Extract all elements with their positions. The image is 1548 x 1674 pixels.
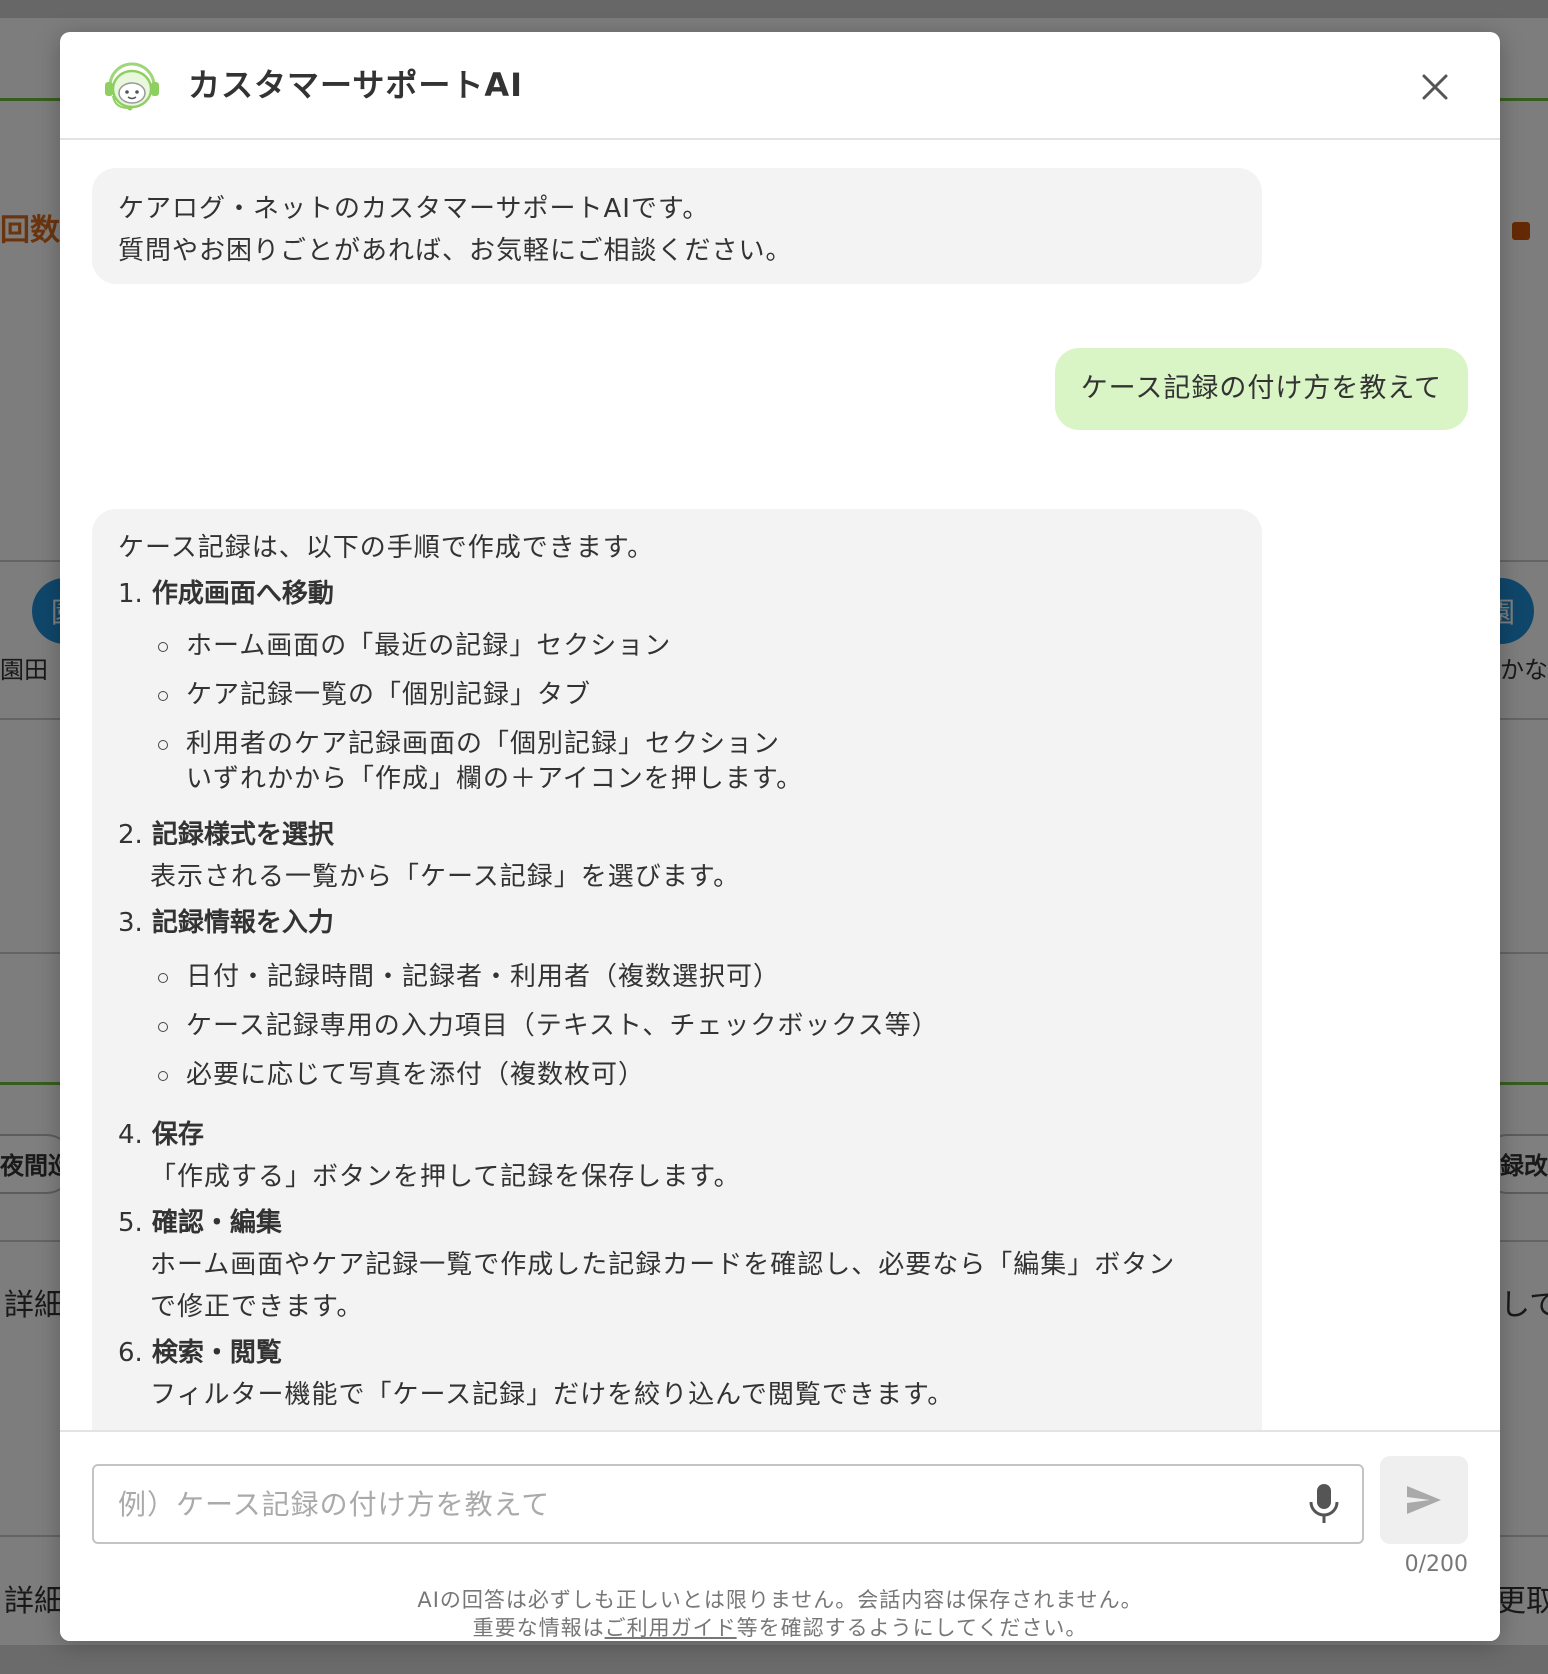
step-title: 5. 確認・編集 bbox=[118, 1208, 282, 1238]
ai-message-answer: ケース記録は、以下の手順で作成できます。 1. 作成画面へ移動 ホーム画面の「最… bbox=[92, 509, 1262, 1430]
chat-input-area: 0/200 AIの回答は必ずしも正しいとは限りません。会話内容は保存されません。… bbox=[60, 1430, 1500, 1641]
greeting-line: 質問やお困りごとがあれば、お気軽にご相談ください。 bbox=[118, 236, 793, 266]
chat-input[interactable] bbox=[92, 1464, 1364, 1544]
user-guide-link[interactable]: ご利用ガイド bbox=[605, 1616, 737, 1640]
close-icon[interactable] bbox=[1421, 73, 1449, 101]
step-bullet-list: ホーム画面の「最近の記録」セクション ケア記録一覧の「個別記録」タブ 利用者のケ… bbox=[118, 625, 1236, 765]
answer-step: 1. 作成画面へ移動 ホーム画面の「最近の記録」セクション ケア記録一覧の「個別… bbox=[118, 573, 1236, 800]
answer-step: 2. 記録様式を選択 表示される一覧から「ケース記録」を選びます。 bbox=[118, 814, 1236, 898]
list-item: ホーム画面の「最近の記録」セクション bbox=[158, 625, 1236, 667]
list-item: ケース記録専用の入力項目（テキスト、チェックボックス等） bbox=[158, 1005, 1236, 1047]
microphone-icon[interactable] bbox=[1304, 1482, 1344, 1526]
step-description: ホーム画面やケア記録一覧で作成した記録カードを確認し、必要なら「編集」ボタン bbox=[150, 1250, 1176, 1280]
send-icon[interactable] bbox=[1406, 1485, 1442, 1515]
support-chat-modal: カスタマーサポートAI ケアログ・ネットのカスタマーサポートAIです。 質問やお… bbox=[60, 32, 1500, 1641]
list-item: ケア記録一覧の「個別記録」タブ bbox=[158, 674, 1236, 716]
list-item: 利用者のケア記録画面の「個別記録」セクション bbox=[158, 723, 1236, 765]
step-title: 6. 検索・閲覧 bbox=[118, 1338, 282, 1368]
send-button[interactable] bbox=[1380, 1456, 1468, 1544]
step-description: 「作成する」ボタンを押して記録を保存します。 bbox=[150, 1162, 741, 1192]
answer-step: 4. 保存 「作成する」ボタンを押して記録を保存します。 bbox=[118, 1114, 1236, 1198]
disclaimer: AIの回答は必ずしも正しいとは限りません。会話内容は保存されません。 重要な情報… bbox=[60, 1586, 1500, 1641]
step-title: 3. 記録情報を入力 bbox=[118, 908, 334, 938]
step-title: 1. 作成画面へ移動 bbox=[118, 579, 334, 609]
modal-title: カスタマーサポートAI bbox=[188, 66, 524, 104]
step-bullet-list: 日付・記録時間・記録者・利用者（複数選択可） ケース記録専用の入力項目（テキスト… bbox=[118, 956, 1236, 1096]
step-title: 4. 保存 bbox=[118, 1120, 204, 1150]
answer-step: 5. 確認・編集 ホーム画面やケア記録一覧で作成した記録カードを確認し、必要なら… bbox=[118, 1202, 1236, 1328]
step-description: フィルター機能で「ケース記録」だけを絞り込んで閲覧できます。 bbox=[150, 1380, 955, 1410]
step-description: 表示される一覧から「ケース記録」を選びます。 bbox=[150, 862, 741, 892]
list-item: 日付・記録時間・記録者・利用者（複数選択可） bbox=[158, 956, 1236, 998]
answer-intro: ケース記録は、以下の手順で作成できます。 bbox=[118, 533, 655, 563]
user-message: ケース記録の付け方を教えて bbox=[1054, 348, 1468, 430]
list-item: 必要に応じて写真を添付（複数枚可） bbox=[158, 1054, 1236, 1096]
close-button[interactable] bbox=[1410, 62, 1460, 112]
disclaimer-line: 重要な情報はご利用ガイド等を確認するようにしてください。 bbox=[472, 1616, 1088, 1640]
modal-header: カスタマーサポートAI bbox=[60, 32, 1500, 140]
greeting-line: ケアログ・ネットのカスタマーサポートAIです。 bbox=[118, 194, 710, 224]
support-robot-icon bbox=[105, 62, 159, 111]
character-counter: 0/200 bbox=[1404, 1552, 1468, 1577]
step-title: 2. 記録様式を選択 bbox=[118, 820, 334, 850]
disclaimer-line: AIの回答は必ずしも正しいとは限りません。会話内容は保存されません。 bbox=[417, 1588, 1143, 1612]
step-description: で修正できます。 bbox=[150, 1292, 364, 1322]
answer-step: 6. 検索・閲覧 フィルター機能で「ケース記録」だけを絞り込んで閲覧できます。 bbox=[118, 1332, 1236, 1416]
chat-message-list[interactable]: ケアログ・ネットのカスタマーサポートAIです。 質問やお困りごとがあれば、お気軽… bbox=[60, 140, 1500, 1430]
answer-step: 3. 記録情報を入力 日付・記録時間・記録者・利用者（複数選択可） ケース記録専… bbox=[118, 902, 1236, 1096]
ai-message-greeting: ケアログ・ネットのカスタマーサポートAIです。 質問やお困りごとがあれば、お気軽… bbox=[92, 168, 1262, 284]
